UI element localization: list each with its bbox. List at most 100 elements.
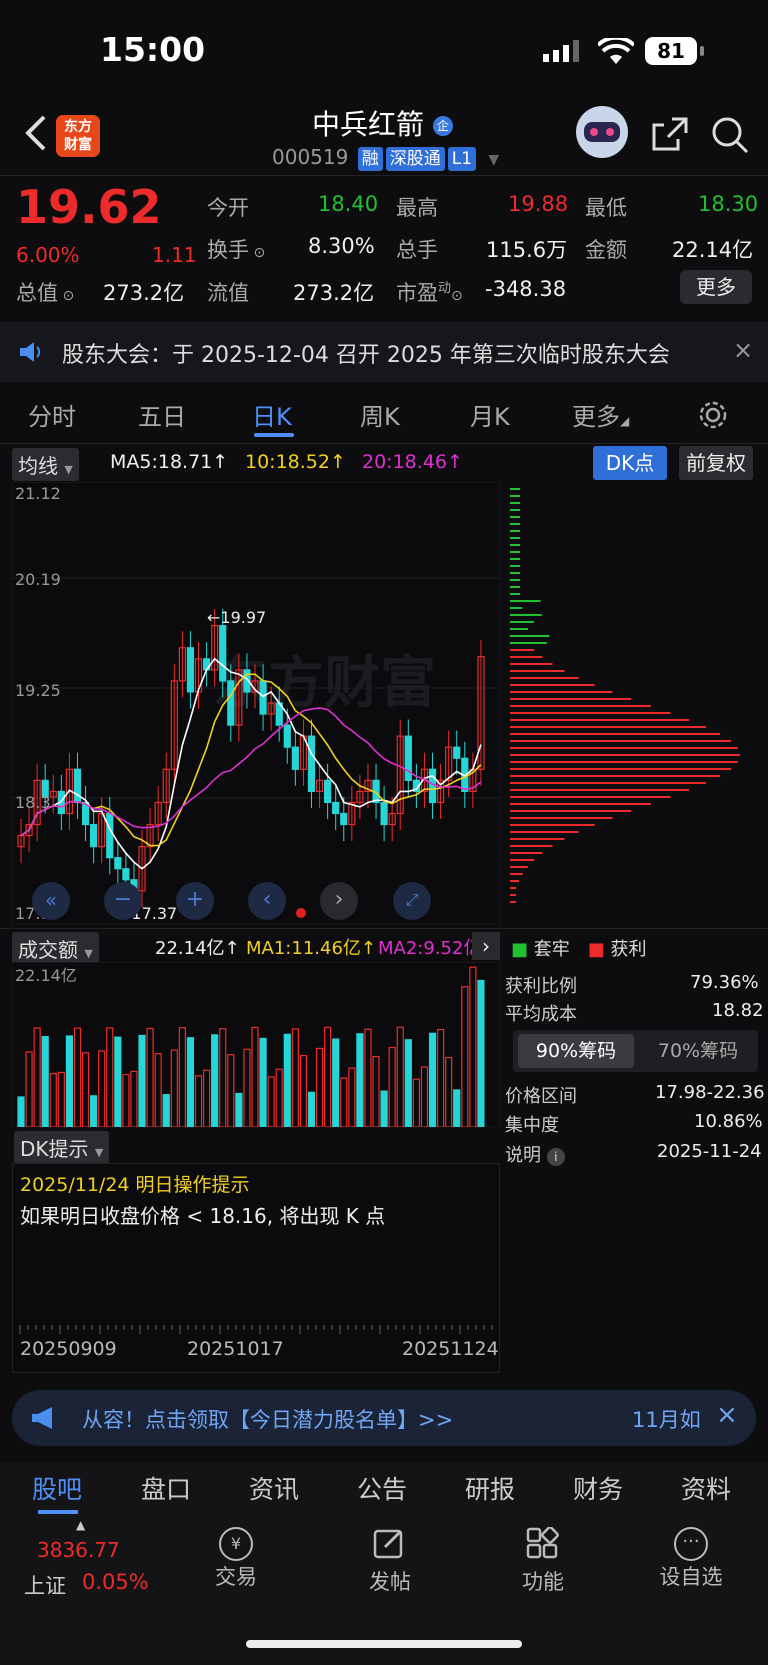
- tab-yanbao[interactable]: 研报: [465, 1470, 515, 1506]
- adjust-button[interactable]: 前复权: [679, 446, 753, 480]
- chip-bar: [510, 768, 731, 770]
- kline-chart[interactable]: 东方财富: [12, 482, 500, 924]
- tag-level: L1: [448, 147, 476, 171]
- volume-bar: [381, 1091, 387, 1127]
- zoom-in-icon[interactable]: +: [176, 882, 214, 920]
- scroll-left-fast-icon[interactable]: «: [32, 882, 70, 920]
- x-tick-1: 20250909: [20, 1338, 117, 1360]
- chip-bar: [510, 670, 564, 672]
- volume-bar: [66, 1036, 72, 1127]
- notice-bar[interactable]: 股东大会：于 2025-12-04 召开 2025 年第三次临时股东大会 ×: [0, 322, 768, 382]
- volume-expand-icon[interactable]: ›: [472, 932, 500, 960]
- concentration-value: 10.86%: [694, 1111, 763, 1132]
- chip-bar: [510, 495, 520, 497]
- tab-ziliao[interactable]: 资料: [681, 1470, 731, 1506]
- chip-bar: [510, 817, 612, 819]
- pe-value: -348.38: [485, 277, 566, 301]
- tab-pankou[interactable]: 盘口: [141, 1470, 191, 1506]
- volume-bar: [260, 1038, 266, 1127]
- dk-title: 2025/11/24 明日操作提示: [20, 1170, 250, 1197]
- more-dots-icon: ···: [674, 1527, 708, 1561]
- tab-70-chips[interactable]: 70%筹码: [640, 1034, 756, 1068]
- wifi-icon: [598, 38, 634, 66]
- volume-bar: [308, 1092, 314, 1127]
- chip-bar: [510, 593, 520, 595]
- volume-bar: [139, 1035, 145, 1127]
- search-icon[interactable]: [710, 115, 750, 155]
- tab-caiwu[interactable]: 财务: [573, 1470, 623, 1506]
- fullscreen-icon[interactable]: ⤢: [393, 882, 431, 920]
- next-icon[interactable]: ›: [320, 882, 358, 920]
- volume-indicator-select[interactable]: 成交额 ▼: [12, 932, 99, 965]
- tag-margin: 融: [358, 147, 383, 171]
- dk-select[interactable]: DK提示 ▼: [14, 1131, 109, 1164]
- chip-bar: [510, 642, 547, 644]
- volume-bar: [478, 980, 484, 1127]
- chip-bar: [510, 894, 516, 896]
- candle: [115, 858, 121, 869]
- tab-more[interactable]: 更多◢: [572, 397, 629, 432]
- candle: [308, 736, 314, 791]
- candle: [325, 780, 331, 802]
- indicator-select[interactable]: 均线 ▼: [12, 448, 79, 481]
- tab-guba[interactable]: 股吧: [32, 1470, 82, 1506]
- index-value[interactable]: 3836.77: [37, 1538, 120, 1562]
- megaphone-icon: [30, 1406, 60, 1430]
- x-tick-2: 20251017: [187, 1338, 284, 1360]
- chip-bar: [510, 747, 738, 749]
- candle: [284, 725, 290, 747]
- current-price: 19.62: [16, 180, 162, 234]
- open-label: 今开: [207, 192, 249, 222]
- tab-rik[interactable]: 日K: [252, 397, 292, 432]
- total-mv-value: 273.2亿: [103, 277, 184, 307]
- dropdown-icon[interactable]: ▼: [488, 152, 499, 168]
- tab-gonggao[interactable]: 公告: [357, 1470, 407, 1506]
- y-tick-3: 19.25: [15, 681, 61, 700]
- tab-zixun[interactable]: 资讯: [249, 1470, 299, 1506]
- dk-point-button[interactable]: DK点: [593, 446, 667, 480]
- chip-bar: [510, 579, 520, 581]
- volume-bar: [163, 1095, 169, 1127]
- amount-value: 22.14亿: [672, 234, 753, 264]
- period-tabs: 分时 五日 日K 周K 月K 更多◢: [0, 385, 768, 443]
- index-change: 0.05%: [82, 1570, 149, 1594]
- dock-trade[interactable]: ¥ 交易: [208, 1527, 264, 1591]
- dock-watchlist[interactable]: ··· 设自选: [658, 1527, 724, 1591]
- volume-bar: [284, 1034, 290, 1127]
- robot-avatar[interactable]: [576, 106, 628, 158]
- candle: [220, 626, 226, 681]
- chip-bar: [510, 698, 631, 700]
- tab-wuri[interactable]: 五日: [138, 397, 186, 432]
- y-tick-2: 20.19: [15, 570, 61, 589]
- volume-ma1: MA1:11.46亿↑: [246, 934, 376, 960]
- share-icon[interactable]: [650, 115, 690, 153]
- more-button[interactable]: 更多: [680, 270, 752, 304]
- chip-bar: [510, 509, 520, 511]
- chip-bar: [510, 754, 740, 756]
- dock-function[interactable]: 功能: [515, 1527, 571, 1596]
- app-logo: 东方 财富: [56, 115, 100, 157]
- note-label[interactable]: 说明 i: [505, 1141, 565, 1167]
- tab-zhouk[interactable]: 周K: [360, 397, 400, 432]
- profit-ratio-value: 79.36%: [690, 972, 759, 993]
- dock-post[interactable]: 发帖: [362, 1527, 418, 1596]
- chip-bar: [510, 677, 579, 679]
- chip-bar: [510, 740, 731, 742]
- volume-value: 22.14亿↑: [155, 934, 240, 960]
- tab-yuek[interactable]: 月K: [470, 397, 510, 432]
- edit-icon: [373, 1527, 407, 1561]
- tab-90-chips[interactable]: 90%筹码: [518, 1034, 634, 1068]
- settings-gear-icon[interactable]: [697, 399, 729, 431]
- zoom-out-icon[interactable]: −: [104, 882, 142, 920]
- close-notice-icon[interactable]: ×: [733, 336, 753, 364]
- candle: [292, 747, 298, 769]
- close-ad-icon[interactable]: ×: [716, 1400, 738, 1430]
- tab-fenshi[interactable]: 分时: [28, 397, 76, 432]
- stock-code-row: 000519 融深股通 L1 ▼: [272, 145, 499, 171]
- avg-cost-value: 18.82: [712, 1000, 764, 1021]
- ad-banner[interactable]: 从容！点击领取【今日潜力股名单】>> 11月如 ×: [12, 1390, 756, 1446]
- index-up-icon: ▲: [76, 1518, 85, 1532]
- prev-icon[interactable]: ‹: [248, 882, 286, 920]
- note-date: 2025-11-24: [657, 1141, 762, 1162]
- back-icon[interactable]: [24, 115, 48, 151]
